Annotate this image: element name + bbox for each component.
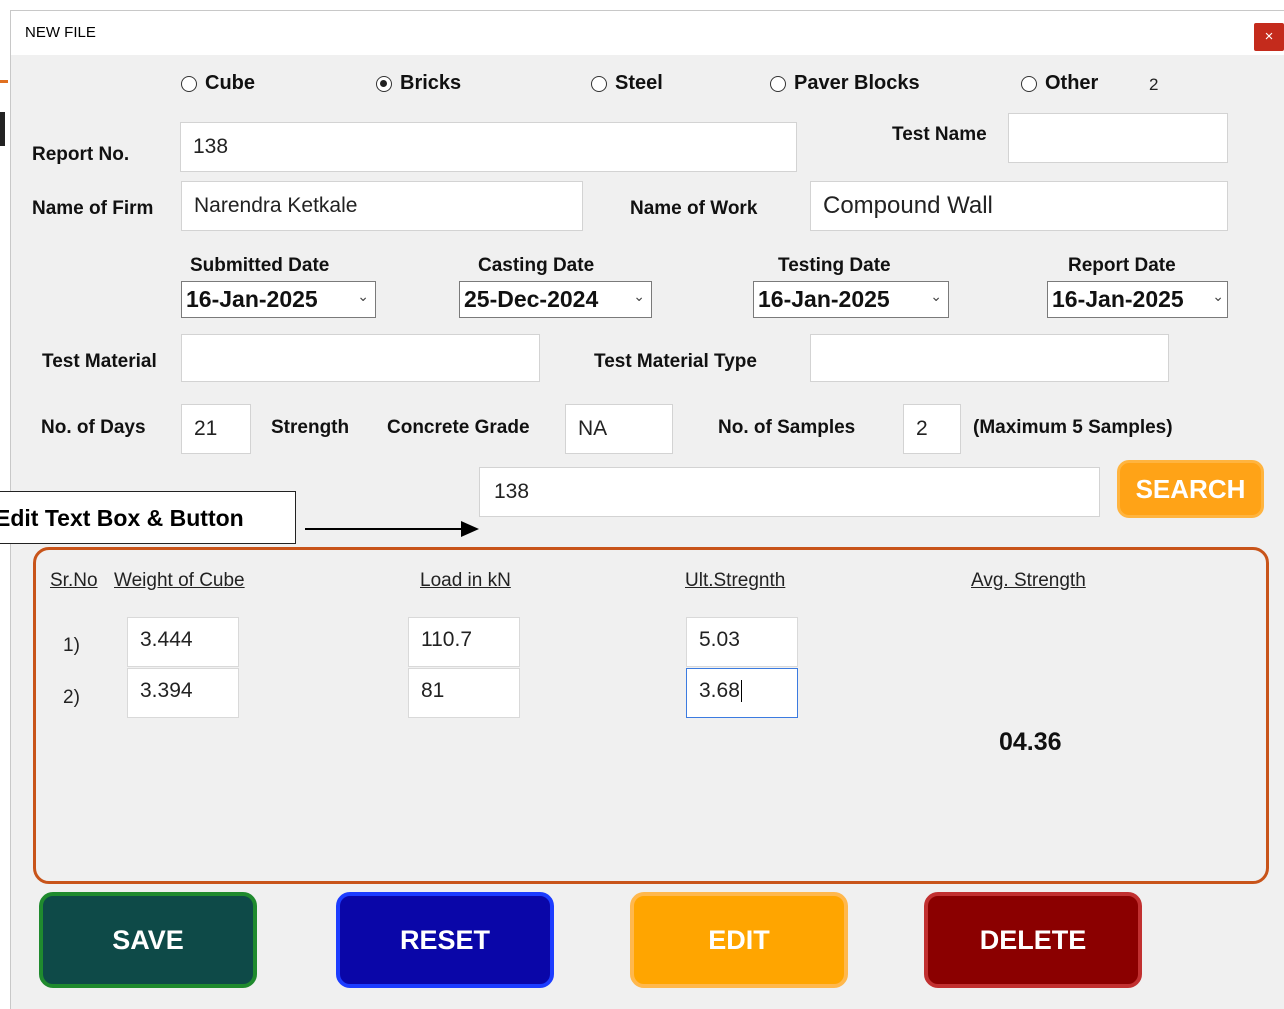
radio-cube-label: Cube [205, 72, 255, 94]
chevron-down-icon[interactable]: ⌄ [1212, 288, 1224, 305]
report-no-input[interactable]: 138 [180, 122, 797, 172]
row-2-ult-value: 3.68 [699, 679, 740, 702]
avg-strength-value: 04.36 [999, 728, 1062, 756]
testing-date-label: Testing Date [778, 255, 891, 276]
test-material-type-label: Test Material Type [594, 351, 757, 372]
save-button[interactable]: SAVE [39, 892, 257, 988]
concrete-grade-label: Concrete Grade [387, 417, 530, 438]
casting-date-picker[interactable]: 25-Dec-2024 ⌄ [459, 281, 652, 318]
radio-circle-icon [591, 75, 607, 92]
report-date-picker[interactable]: 16-Jan-2025 ⌄ [1047, 281, 1228, 318]
testing-date-value: 16-Jan-2025 [758, 286, 890, 312]
header-load: Load in kN [420, 570, 511, 591]
test-material-input[interactable] [181, 334, 540, 382]
background-artifact [0, 80, 8, 83]
radio-paver-blocks-label: Paver Blocks [794, 72, 920, 94]
chevron-down-icon[interactable]: ⌄ [930, 288, 942, 305]
testing-date-picker[interactable]: 16-Jan-2025 ⌄ [753, 281, 949, 318]
row-1-load-input[interactable]: 110.7 [408, 617, 520, 667]
radio-bricks[interactable]: Bricks [376, 72, 461, 95]
row-2-weight-input[interactable]: 3.394 [127, 668, 239, 718]
strength-label: Strength [271, 417, 350, 438]
casting-date-value: 25-Dec-2024 [464, 286, 599, 312]
row-1-weight-input[interactable]: 3.444 [127, 617, 239, 667]
test-name-input[interactable] [1008, 113, 1228, 163]
radio-bricks-label: Bricks [400, 72, 462, 94]
chevron-down-icon[interactable]: ⌄ [357, 288, 369, 305]
submitted-date-value: 16-Jan-2025 [186, 286, 318, 312]
header-sr-no: Sr.No [50, 570, 98, 591]
radio-circle-icon [770, 75, 786, 92]
header-ult-strength: Ult.Stregnth [685, 570, 786, 591]
radio-circle-icon [181, 75, 197, 92]
name-of-work-input[interactable]: Compound Wall [810, 181, 1228, 231]
radio-steel[interactable]: Steel [591, 72, 663, 95]
annotation-arrow-line [305, 528, 463, 530]
search-button[interactable]: SEARCH [1117, 460, 1264, 518]
annotation-text: Edit Text Box & Button [0, 505, 244, 531]
name-of-work-label: Name of Work [630, 198, 758, 219]
reset-button[interactable]: RESET [336, 892, 554, 988]
name-of-firm-input[interactable]: Narendra Ketkale [181, 181, 583, 231]
radio-steel-label: Steel [615, 72, 663, 94]
casting-date-label: Casting Date [478, 255, 595, 276]
row-1-sr: 1) [63, 635, 80, 656]
radio-selected-icon [376, 75, 392, 92]
edit-button[interactable]: EDIT [630, 892, 848, 988]
test-type-count: 2 [1149, 75, 1159, 94]
search-input[interactable]: 138 [479, 467, 1100, 517]
no-of-days-input[interactable]: 21 [181, 404, 251, 454]
no-of-days-label: No. of Days [41, 417, 146, 438]
header-avg-strength: Avg. Strength [971, 570, 1086, 591]
annotation-callout: Edit Text Box & Button [0, 491, 296, 544]
delete-button[interactable]: DELETE [924, 892, 1142, 988]
title-bar: NEW FILE × [11, 11, 1284, 55]
report-date-label: Report Date [1068, 255, 1176, 276]
report-date-value: 16-Jan-2025 [1052, 286, 1184, 312]
row-1-ult-input[interactable]: 5.03 [686, 617, 798, 667]
test-name-label: Test Name [892, 124, 987, 145]
no-of-samples-label: No. of Samples [718, 417, 856, 438]
name-of-firm-label: Name of Firm [32, 198, 154, 219]
chevron-down-icon[interactable]: ⌄ [633, 288, 645, 305]
submitted-date-picker[interactable]: 16-Jan-2025 ⌄ [181, 281, 376, 318]
test-material-label: Test Material [42, 351, 157, 372]
radio-paver-blocks[interactable]: Paver Blocks [770, 72, 920, 95]
radio-other-label: Other [1045, 72, 1099, 94]
radio-cube[interactable]: Cube [181, 72, 255, 95]
row-2-sr: 2) [63, 687, 80, 708]
concrete-grade-input[interactable]: NA [565, 404, 673, 454]
radio-circle-icon [1021, 75, 1037, 92]
test-material-type-input[interactable] [810, 334, 1169, 382]
no-of-samples-input[interactable]: 2 [903, 404, 961, 454]
annotation-arrow-head [461, 521, 479, 537]
submitted-date-label: Submitted Date [190, 255, 330, 276]
window-title: NEW FILE [25, 24, 96, 41]
report-no-label: Report No. [32, 144, 130, 165]
row-2-ult-input[interactable]: 3.68 [686, 668, 798, 718]
max-samples-note: (Maximum 5 Samples) [973, 417, 1173, 438]
background-artifact [0, 112, 5, 146]
close-icon[interactable]: × [1254, 23, 1284, 51]
text-caret [740, 680, 742, 703]
header-weight: Weight of Cube [114, 570, 245, 591]
radio-other[interactable]: Other [1021, 72, 1098, 95]
row-2-load-input[interactable]: 81 [408, 668, 520, 718]
